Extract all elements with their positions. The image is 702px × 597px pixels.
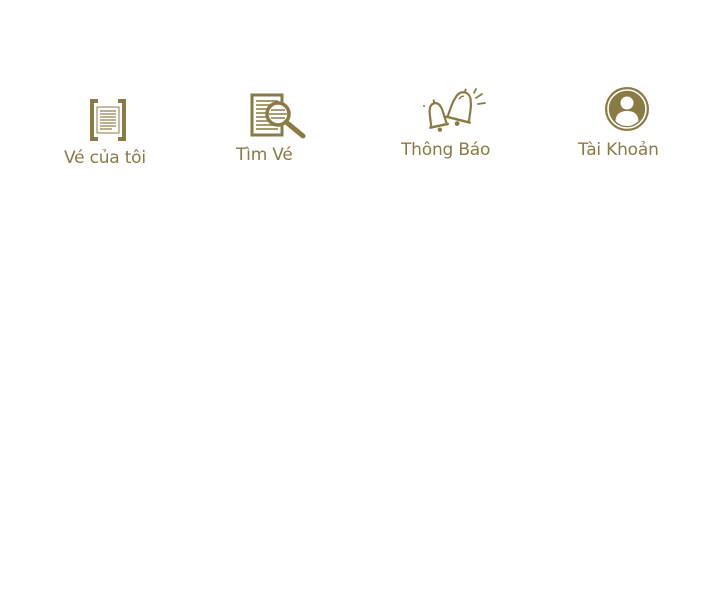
- nav-item-notifications[interactable]: Thông Báo: [395, 82, 510, 167]
- ticket-document-icon: [90, 99, 126, 141]
- search-document-icon: [250, 93, 306, 139]
- content-area: [0, 200, 702, 597]
- nav-label-account: Tài Khoản: [578, 140, 659, 160]
- nav-item-my-tickets[interactable]: Vé của tôi: [55, 90, 165, 175]
- nav-item-account[interactable]: Tài Khoản: [572, 80, 677, 165]
- account-icon: [605, 87, 649, 131]
- nav-label-notifications: Thông Báo: [401, 140, 491, 160]
- nav-label-find-ticket: Tìm Vé: [236, 145, 293, 165]
- bells-icon: [423, 88, 486, 132]
- nav-item-find-ticket[interactable]: Tìm Vé: [230, 88, 320, 173]
- nav-label-my-tickets: Vé của tôi: [64, 148, 146, 168]
- bottom-navigation: Vé của tôi Tìm Vé Thông Báo Tài Khoản: [0, 0, 702, 200]
